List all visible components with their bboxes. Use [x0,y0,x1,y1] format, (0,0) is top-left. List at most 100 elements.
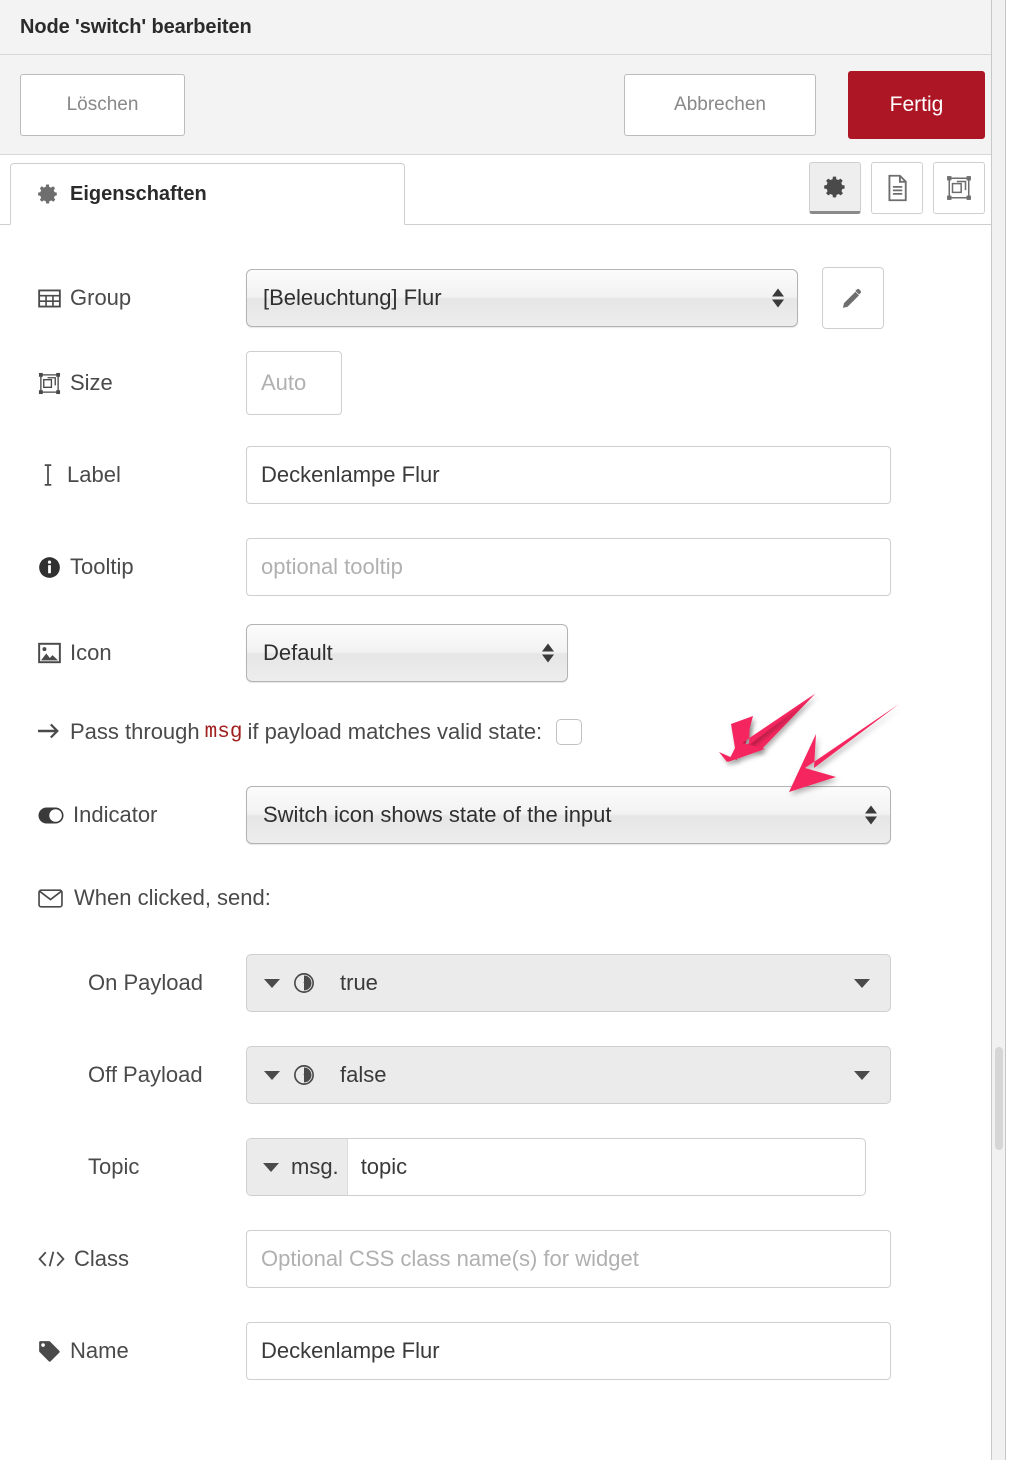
edit-group-button[interactable] [822,267,884,329]
done-button[interactable]: Fertig [848,70,985,139]
appearance-icon [946,175,972,201]
tag-icon [38,1340,61,1363]
on-payload-typed-input[interactable]: true [246,954,891,1012]
row-icon: Icon Default [0,613,1005,693]
label-field-label: Label [38,462,246,488]
class-label: Class [38,1246,246,1272]
size-label: Size [38,370,246,396]
indicator-label: Indicator [38,802,246,828]
group-select[interactable]: [Beleuchtung] Flur [246,269,798,327]
gear-icon [823,175,847,199]
text-cursor-icon [38,463,58,487]
row-size: Size [0,337,1005,429]
boolean-toggle-icon [293,972,315,994]
chevron-down-icon [264,978,280,988]
group-select-value: [Beleuchtung] Flur [263,285,442,310]
tooltip-label-text: Tooltip [70,554,134,579]
tooltip-input[interactable] [246,538,891,596]
dialog-primary-actions: Abbrechen Fertig [624,70,985,139]
indicator-label-text: Indicator [73,802,158,827]
row-on-payload: On Payload true [0,937,1005,1029]
row-topic: Topic msg. topic [0,1121,1005,1213]
stepper-icon [542,643,554,663]
dialog-title: Node 'switch' bearbeiten [20,15,252,38]
indicator-select[interactable]: Switch icon shows state of the input [246,786,891,844]
group-label: Group [38,285,246,311]
envelope-icon [38,888,63,908]
label-field-text: Label [67,462,121,487]
arrow-right-icon [38,723,61,741]
size-label-text: Size [70,370,113,395]
tab-strip: Eigenschaften [0,155,1005,225]
chevron-down-icon [264,1070,280,1080]
tab-properties-label: Eigenschaften [70,182,207,205]
vertical-scrollbar[interactable] [991,0,1005,1460]
topic-typed-input[interactable]: msg. topic [246,1138,866,1196]
icon-label: Icon [38,640,246,666]
on-payload-label: On Payload [88,970,246,996]
on-payload-type-selector[interactable] [247,972,315,994]
resize-icon [38,372,61,395]
chevron-down-icon[interactable] [854,978,870,988]
topic-label-text: Topic [88,1154,140,1179]
properties-form: Group [Beleuchtung] Flur Size Auto Label… [0,225,1005,1397]
boolean-toggle-icon [293,1064,315,1086]
icon-select[interactable]: Default [246,624,568,682]
row-label-field: Label [0,429,1005,521]
chevron-down-icon[interactable] [854,1070,870,1080]
class-label-text: Class [74,1246,130,1271]
topic-value[interactable]: topic [348,1139,865,1195]
stepper-icon [772,288,784,308]
size-input[interactable] [246,351,342,415]
table-icon [38,287,61,310]
topic-label: Topic [88,1154,246,1180]
class-input[interactable] [246,1230,891,1288]
pass-through-text-after: if payload matches valid state: [247,719,543,744]
off-payload-label: Off Payload [88,1062,246,1088]
node-edit-dialog: Node 'switch' bearbeiten Löschen Abbrech… [0,0,1006,1460]
tab-properties[interactable]: Eigenschaften [10,163,405,225]
row-group: Group [Beleuchtung] Flur [0,259,1005,337]
off-payload-label-text: Off Payload [88,1062,203,1087]
row-class: Class [0,1213,1005,1305]
indicator-select-value: Switch icon shows state of the input [263,802,612,827]
cancel-button[interactable]: Abbrechen [624,73,816,136]
document-icon [885,174,909,202]
on-payload-value: true [340,970,378,995]
off-payload-value: false [340,1062,387,1087]
msg-token: msg [204,720,243,744]
row-pass-through: Pass through msg if payload matches vali… [0,693,1005,771]
topic-prefix-text: msg. [291,1154,339,1179]
label-input[interactable] [246,446,891,504]
info-circle-icon [38,556,61,579]
delete-button[interactable]: Löschen [20,73,185,136]
row-indicator: Indicator Switch icon shows state of the… [0,771,1005,859]
icon-select-value: Default [263,640,333,665]
scrollbar-thumb[interactable] [995,1047,1003,1150]
row-name: Name [0,1305,1005,1397]
toggle-switch-icon [38,807,64,824]
pass-through-text-before: Pass through [70,719,200,744]
stepper-icon [865,805,877,825]
name-input[interactable] [246,1322,891,1380]
name-label-text: Name [70,1338,129,1363]
row-off-payload: Off Payload false [0,1029,1005,1121]
gear-icon [37,183,59,205]
tab-icon-description[interactable] [871,162,923,214]
tab-icon-appearance[interactable] [933,162,985,214]
image-icon [38,642,61,664]
dialog-titlebar: Node 'switch' bearbeiten [0,0,1005,55]
tab-icon-buttons [809,162,985,214]
off-payload-typed-input[interactable]: false [246,1046,891,1104]
icon-label-text: Icon [70,640,112,665]
when-clicked-label: When clicked, send: [74,885,271,910]
name-label: Name [38,1338,246,1364]
chevron-down-icon [263,1162,279,1172]
on-payload-label-text: On Payload [88,970,203,995]
tab-icon-properties[interactable] [809,162,861,214]
topic-type-selector[interactable]: msg. [247,1139,348,1195]
dialog-button-bar: Löschen Abbrechen Fertig [0,55,1005,155]
row-tooltip: Tooltip [0,521,1005,613]
off-payload-type-selector[interactable] [247,1064,315,1086]
pass-through-checkbox[interactable] [556,719,583,745]
